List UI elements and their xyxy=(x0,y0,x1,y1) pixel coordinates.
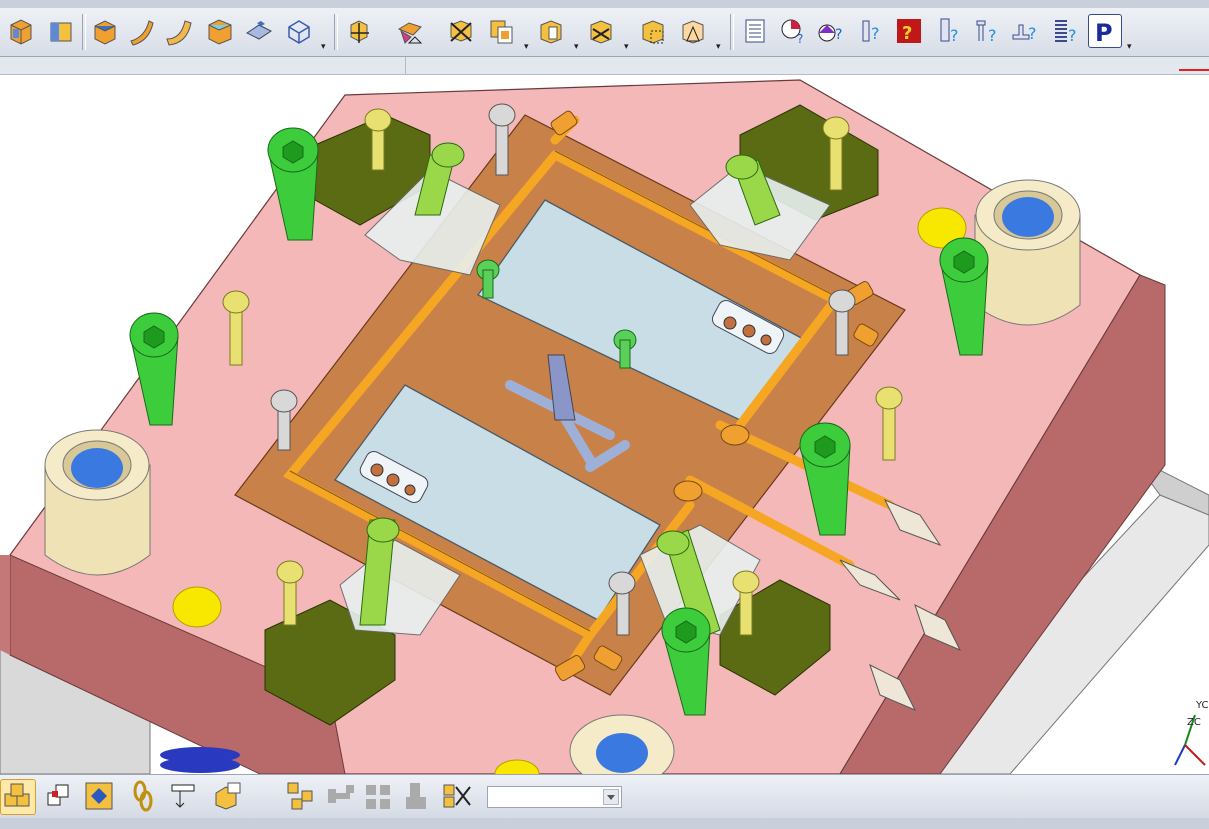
toolbar-dropdown-arrow[interactable]: ▾ xyxy=(321,42,326,52)
wireframe-cone-icon[interactable] xyxy=(676,14,710,48)
secondary-toolbar-strip xyxy=(0,57,1209,75)
assembly-tree-icon[interactable] xyxy=(284,779,320,815)
curved-surface-icon[interactable] xyxy=(124,14,158,48)
svg-text:?: ? xyxy=(902,23,912,44)
snap-grid-icon[interactable] xyxy=(42,779,78,815)
part-box-icon[interactable] xyxy=(212,779,248,815)
toolbar-divider xyxy=(405,57,406,74)
delete-face-icon[interactable] xyxy=(394,14,428,48)
connector-icon[interactable] xyxy=(324,779,360,815)
cross-tool-icon[interactable] xyxy=(440,779,476,815)
bottom-toolbar xyxy=(0,774,1209,819)
svg-text:?: ? xyxy=(988,26,997,45)
block-icon[interactable] xyxy=(88,14,122,48)
measure-pin-icon[interactable]: ? xyxy=(932,14,966,48)
svg-text:P: P xyxy=(1095,19,1113,47)
flat-plate-icon[interactable] xyxy=(242,14,276,48)
svg-text:?: ? xyxy=(1028,24,1037,43)
mass-properties-icon[interactable]: ? xyxy=(776,14,810,48)
svg-text:?: ? xyxy=(950,26,959,45)
cut-part-icon[interactable] xyxy=(444,14,478,48)
svg-text:?: ? xyxy=(1068,26,1077,45)
toolbar-separator xyxy=(334,14,338,50)
curved-sheet-icon[interactable] xyxy=(162,14,196,48)
svg-text:?: ? xyxy=(871,24,880,43)
spring xyxy=(160,747,240,773)
svg-text:?: ? xyxy=(797,32,803,46)
measure-spring-icon[interactable]: ? xyxy=(970,14,1004,48)
selection-filter-combo[interactable] xyxy=(487,786,622,808)
bounding-box-icon[interactable] xyxy=(636,14,670,48)
box-surface-icon[interactable] xyxy=(202,14,236,48)
spring-info-icon[interactable]: ? xyxy=(1048,14,1082,48)
guide-bushing-right xyxy=(974,179,1081,326)
warning-help-icon[interactable]: ? xyxy=(892,14,926,48)
mold-assembly-model[interactable] xyxy=(0,75,1209,774)
top-toolbar: ▾ ▾ ▾ ▾ ▾ ? ? ? ? ? ? ? ? P ▾ xyxy=(0,8,1209,57)
graphics-window[interactable]: YC ZC xyxy=(0,75,1209,774)
toolbar-separator xyxy=(82,14,86,50)
toolbar-dropdown-arrow[interactable]: ▾ xyxy=(624,42,629,52)
triad-yc-label: YC xyxy=(1196,700,1209,711)
toolbar-dropdown-arrow[interactable]: ▾ xyxy=(524,42,529,52)
toolbar-accent-line xyxy=(1179,69,1209,71)
solid-box-icon[interactable] xyxy=(4,14,38,48)
pattern-icon[interactable] xyxy=(362,779,398,815)
move-object-icon[interactable] xyxy=(342,14,376,48)
chain-link-icon[interactable] xyxy=(126,779,162,815)
fit-view-icon[interactable] xyxy=(82,779,118,815)
wireframe-cube-icon[interactable] xyxy=(282,14,316,48)
orient-tool-icon[interactable] xyxy=(166,779,202,815)
svg-text:?: ? xyxy=(835,27,842,43)
plate-info-icon[interactable]: ? xyxy=(1008,14,1042,48)
status-bar xyxy=(0,818,1209,829)
split-body-icon[interactable] xyxy=(534,14,568,48)
toolbar-dropdown-arrow[interactable]: ▾ xyxy=(1127,42,1132,52)
copy-part-icon[interactable] xyxy=(484,14,518,48)
stack-icon[interactable] xyxy=(400,779,436,815)
select-features-icon[interactable] xyxy=(0,779,36,815)
chevron-down-icon[interactable] xyxy=(603,789,619,805)
check-geometry-icon[interactable]: ? xyxy=(814,14,848,48)
toolbar-separator xyxy=(730,14,734,50)
cylinder-half-icon[interactable] xyxy=(44,14,78,48)
list-report-icon[interactable] xyxy=(738,14,772,48)
triad-zc-label: ZC xyxy=(1187,717,1201,728)
parking-icon[interactable]: P xyxy=(1088,14,1122,48)
toolbar-dropdown-arrow[interactable]: ▾ xyxy=(716,42,721,52)
info-cylinder-icon[interactable]: ? xyxy=(854,14,888,48)
toolbar-dropdown-arrow[interactable]: ▾ xyxy=(574,42,579,52)
trim-body-icon[interactable] xyxy=(584,14,618,48)
guide-bushing-left xyxy=(44,429,151,576)
